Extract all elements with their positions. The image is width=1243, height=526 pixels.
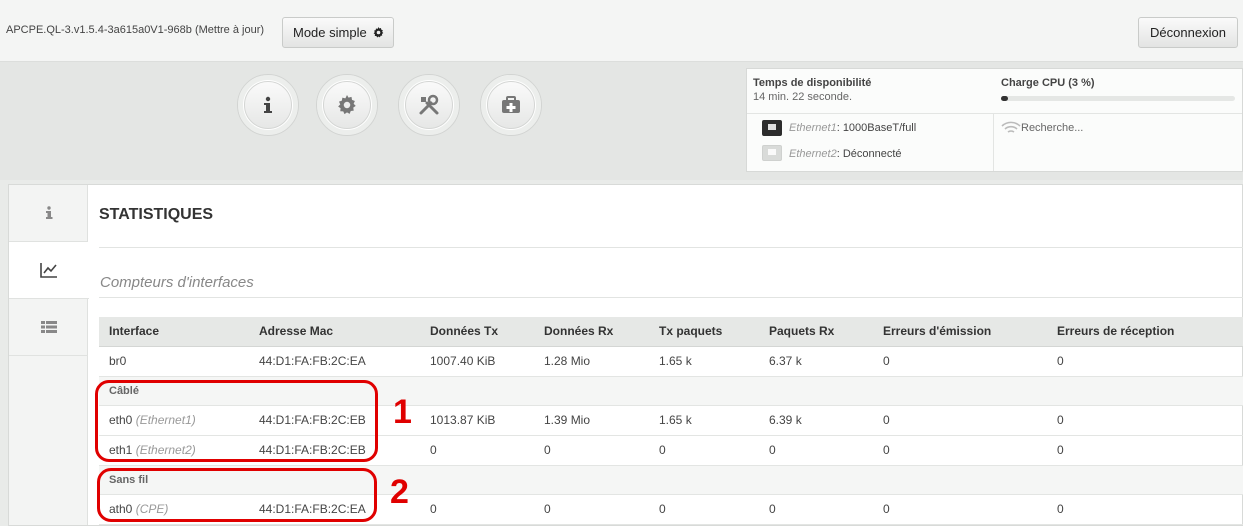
ethernet1-name: Ethernet1 bbox=[789, 122, 837, 134]
ethernet2-name: Ethernet2 bbox=[789, 148, 837, 160]
wifi-icon bbox=[1001, 121, 1021, 133]
interface-name: br0 bbox=[109, 354, 127, 368]
table-header-row: Interface Adresse Mac Données Tx Données… bbox=[99, 317, 1243, 347]
column-header[interactable]: Erreurs d'émission bbox=[873, 317, 1047, 347]
title-divider bbox=[99, 247, 1243, 248]
info-icon bbox=[45, 206, 52, 219]
column-header[interactable]: Données Rx bbox=[534, 317, 649, 347]
annotation-box-wireless bbox=[97, 468, 377, 522]
nav-settings-button[interactable] bbox=[316, 74, 378, 136]
tx-data-cell: 1013.87 KiB bbox=[420, 405, 534, 436]
rx-errors-cell: 0 bbox=[1047, 346, 1243, 377]
status-divider bbox=[747, 113, 1242, 114]
annotation-box-wired bbox=[95, 380, 378, 462]
side-navigation bbox=[9, 185, 89, 525]
status-divider-vertical bbox=[993, 113, 994, 171]
nav-diagnostics-button[interactable] bbox=[480, 74, 542, 136]
ethernet2-status: Ethernet2: Déconnecté bbox=[789, 148, 902, 160]
tx-errors-cell: 0 bbox=[873, 346, 1047, 377]
rx-data-cell: 1.28 Mio bbox=[534, 346, 649, 377]
tools-icon bbox=[419, 94, 439, 115]
page-title: STATISTIQUES bbox=[99, 206, 214, 223]
tx-data-cell: 0 bbox=[420, 435, 534, 466]
column-header[interactable]: Paquets Rx bbox=[759, 317, 873, 347]
mode-simple-label: Mode simple bbox=[293, 25, 367, 40]
logout-button[interactable]: Déconnexion bbox=[1138, 17, 1238, 48]
uptime-value: 14 min. 22 seconde. bbox=[753, 91, 853, 103]
rx-packets-cell: 6.37 k bbox=[759, 346, 873, 377]
rx-errors-cell: 0 bbox=[1047, 494, 1243, 525]
ethernet1-status: Ethernet1: 1000BaseT/full bbox=[789, 122, 916, 134]
nav-info-button[interactable] bbox=[237, 74, 299, 136]
cpu-title: Charge CPU (3 %) bbox=[1001, 77, 1095, 89]
subtitle-divider bbox=[99, 297, 1243, 298]
tx-errors-cell: 0 bbox=[873, 494, 1047, 525]
mac-cell: 44:D1:FA:FB:2C:EA bbox=[249, 346, 420, 377]
cpu-load-fill bbox=[1001, 96, 1009, 101]
rx-data-cell: 0 bbox=[534, 435, 649, 466]
column-header[interactable]: Adresse Mac bbox=[249, 317, 420, 347]
rx-packets-cell: 0 bbox=[759, 494, 873, 525]
rx-errors-cell: 0 bbox=[1047, 405, 1243, 436]
mode-simple-button[interactable]: Mode simple bbox=[282, 17, 394, 48]
sidenav-list[interactable] bbox=[9, 299, 88, 356]
table-row: br0 44:D1:FA:FB:2C:EA 1007.40 KiB 1.28 M… bbox=[99, 346, 1243, 377]
first-aid-icon bbox=[502, 96, 520, 113]
nav-tools-button[interactable] bbox=[398, 74, 460, 136]
tx-packets-cell: 1.65 k bbox=[649, 405, 759, 436]
rx-data-cell: 1.39 Mio bbox=[534, 405, 649, 436]
cpu-load-bar bbox=[1001, 96, 1235, 101]
rx-data-cell: 0 bbox=[534, 494, 649, 525]
tx-errors-cell: 0 bbox=[873, 405, 1047, 436]
gear-icon bbox=[373, 27, 384, 38]
info-icon bbox=[264, 96, 272, 113]
ethernet2-state: : Déconnecté bbox=[836, 148, 902, 160]
line-chart-icon bbox=[40, 263, 57, 278]
tx-errors-cell: 0 bbox=[873, 435, 1047, 466]
column-header[interactable]: Erreurs de réception bbox=[1047, 317, 1243, 347]
tx-data-cell: 1007.40 KiB bbox=[420, 346, 534, 377]
annotation-number-one: 1 bbox=[393, 393, 412, 431]
tx-data-cell: 0 bbox=[420, 494, 534, 525]
tx-packets-cell: 0 bbox=[649, 494, 759, 525]
list-icon bbox=[40, 321, 57, 333]
rx-errors-cell: 0 bbox=[1047, 435, 1243, 466]
uptime-title: Temps de disponibilité bbox=[753, 77, 872, 89]
rx-packets-cell: 0 bbox=[759, 435, 873, 466]
wifi-status: Recherche... bbox=[1021, 122, 1084, 134]
ethernet-port-icon bbox=[762, 120, 782, 136]
ethernet1-state: : 1000BaseT/full bbox=[836, 122, 917, 134]
sidenav-info[interactable] bbox=[9, 185, 88, 242]
column-header[interactable]: Données Tx bbox=[420, 317, 534, 347]
column-header[interactable]: Tx paquets bbox=[649, 317, 759, 347]
rx-packets-cell: 6.39 k bbox=[759, 405, 873, 436]
annotation-number-two: 2 bbox=[390, 473, 409, 511]
column-header[interactable]: Interface bbox=[99, 317, 249, 347]
top-bar: APCPE.QL-3.v1.5.4-3a615a0V1-968b (Mettre… bbox=[0, 0, 1243, 62]
sidenav-statistics[interactable] bbox=[9, 242, 89, 299]
section-subtitle: Compteurs d'interfaces bbox=[100, 274, 254, 291]
firmware-version[interactable]: APCPE.QL-3.v1.5.4-3a615a0V1-968b (Mettre… bbox=[6, 24, 264, 36]
tx-packets-cell: 1.65 k bbox=[649, 346, 759, 377]
gear-icon bbox=[338, 95, 356, 115]
interface-cell: br0 bbox=[99, 346, 249, 377]
ethernet-port-icon bbox=[762, 145, 782, 161]
tx-packets-cell: 0 bbox=[649, 435, 759, 466]
status-panel: Temps de disponibilité 14 min. 22 second… bbox=[746, 68, 1243, 172]
